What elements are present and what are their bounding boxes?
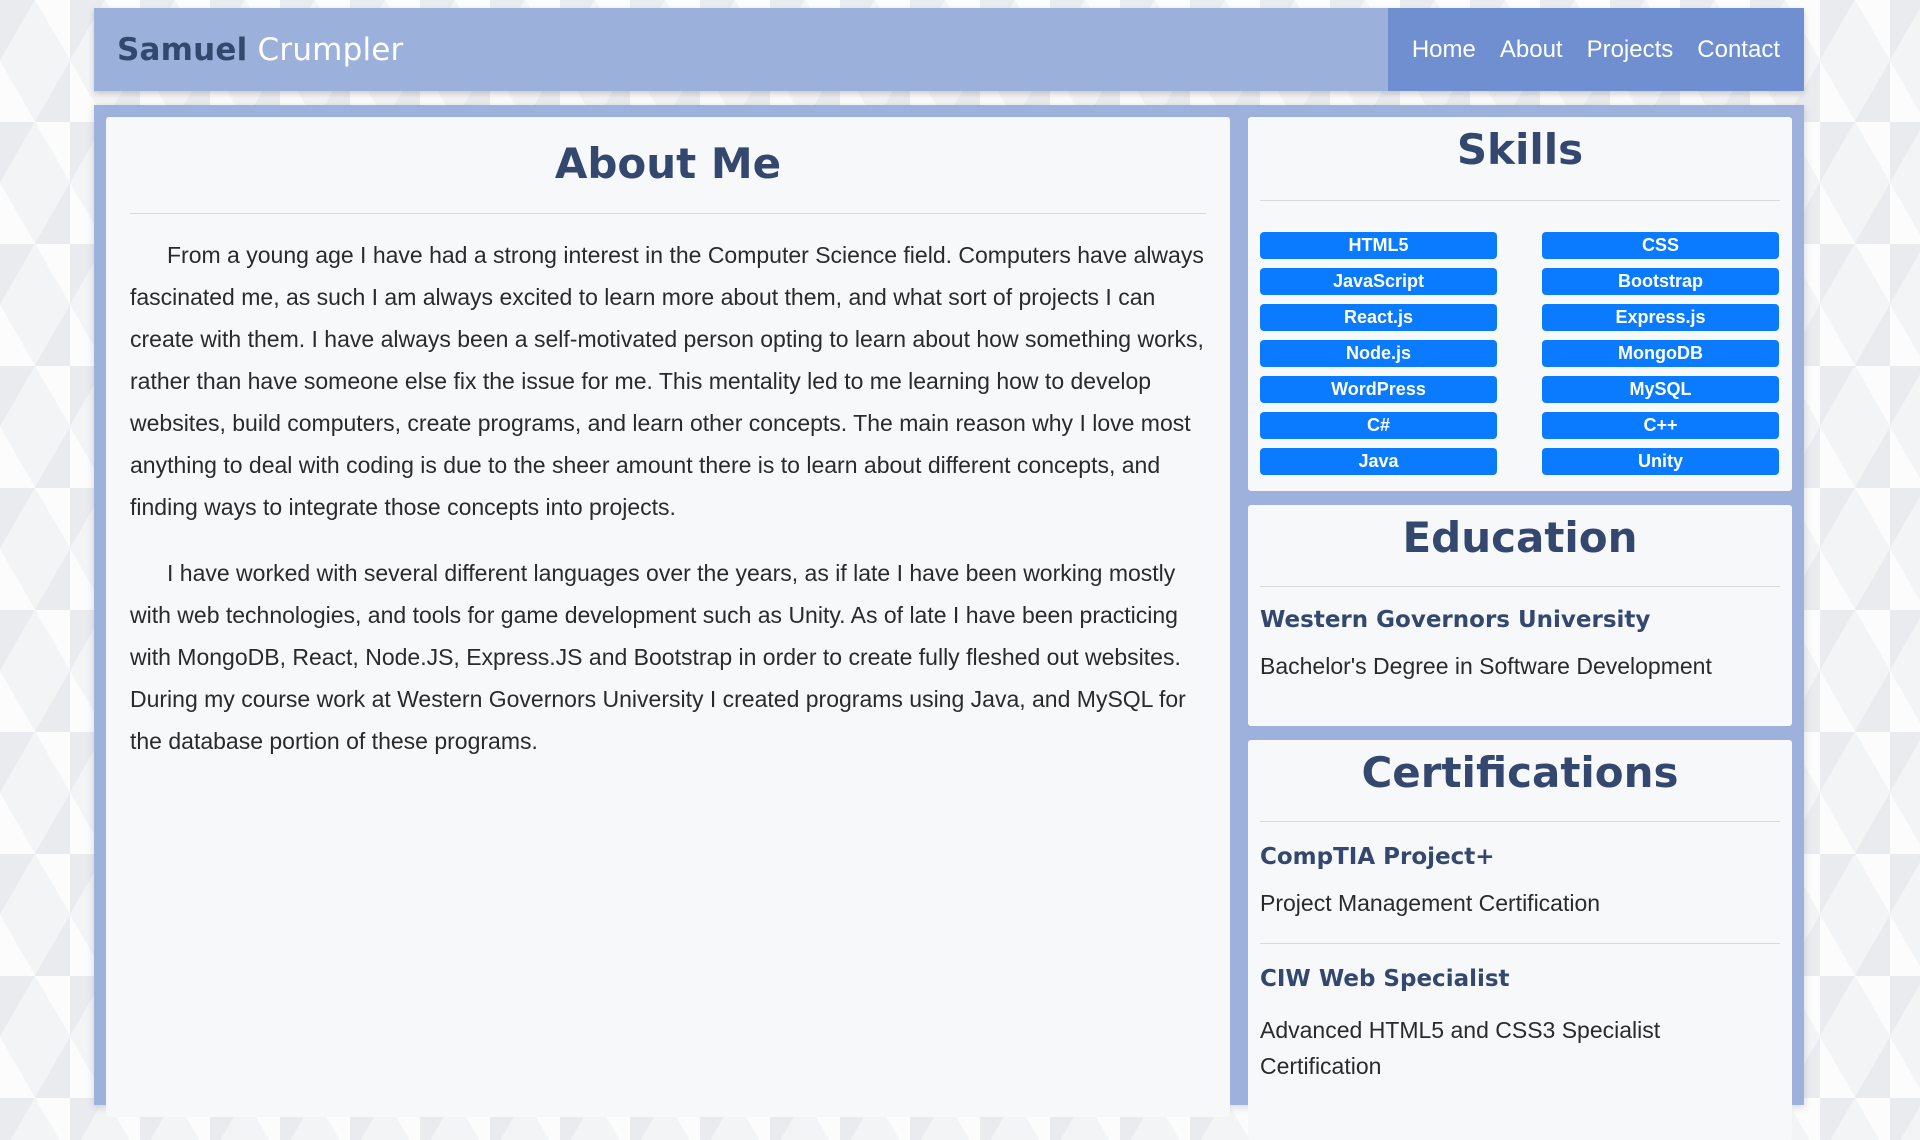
skill-badge-express: Express.js bbox=[1542, 304, 1779, 331]
skill-badge-html5: HTML5 bbox=[1260, 232, 1497, 259]
divider bbox=[1260, 200, 1780, 201]
skill-badge-node: Node.js bbox=[1260, 340, 1497, 367]
skills-title: Skills bbox=[1456, 125, 1584, 174]
nav-links: Home About Projects Contact bbox=[1387, 8, 1804, 91]
about-card: About Me From a young age I have had a s… bbox=[106, 117, 1230, 1117]
skill-badge-java: Java bbox=[1260, 448, 1497, 475]
skill-badge-mysql: MySQL bbox=[1542, 376, 1779, 403]
skill-badge-css: CSS bbox=[1542, 232, 1779, 259]
divider bbox=[1260, 821, 1780, 822]
certifications-title: Certifications bbox=[1361, 748, 1679, 797]
skill-badge-csharp: C# bbox=[1260, 412, 1497, 439]
skill-badge-cpp: C++ bbox=[1542, 412, 1779, 439]
education-card: Education Western Governors University B… bbox=[1248, 505, 1792, 726]
skill-badge-wordpress: WordPress bbox=[1260, 376, 1497, 403]
certification-name: CIW Web Specialist bbox=[1260, 966, 1510, 992]
nav-link-home[interactable]: Home bbox=[1412, 36, 1476, 64]
brand-first-name: Samuel bbox=[117, 31, 248, 68]
about-paragraph-2: I have worked with several different lan… bbox=[130, 560, 1186, 754]
skills-grid: HTML5 CSS JavaScript Bootstrap React.js … bbox=[1260, 232, 1780, 475]
skills-card: Skills HTML5 CSS JavaScript Bootstrap Re… bbox=[1248, 117, 1792, 491]
about-paragraph-1: From a young age I have had a strong int… bbox=[130, 242, 1204, 520]
certification-name: CompTIA Project+ bbox=[1260, 844, 1495, 870]
school-name: Western Governors University bbox=[1260, 607, 1651, 633]
degree-name: Bachelor's Degree in Software Developmen… bbox=[1260, 653, 1712, 679]
nav-link-contact[interactable]: Contact bbox=[1697, 36, 1780, 64]
education-title: Education bbox=[1402, 513, 1638, 562]
navbar: Samuel Crumpler Home About Projects Cont… bbox=[94, 8, 1804, 91]
certifications-card: Certifications CompTIA Project+ Project … bbox=[1248, 740, 1792, 1140]
skill-badge-javascript: JavaScript bbox=[1260, 268, 1497, 295]
skill-badge-mongodb: MongoDB bbox=[1542, 340, 1779, 367]
about-title: About Me bbox=[554, 139, 782, 188]
skill-badge-unity: Unity bbox=[1542, 448, 1779, 475]
skill-badge-bootstrap: Bootstrap bbox=[1542, 268, 1779, 295]
nav-link-about[interactable]: About bbox=[1500, 36, 1563, 64]
divider bbox=[1260, 586, 1780, 587]
main-content: About Me From a young age I have had a s… bbox=[94, 105, 1804, 1140]
skill-badge-react: React.js bbox=[1260, 304, 1497, 331]
certification-description: Project Management Certification bbox=[1260, 890, 1601, 916]
brand-logo[interactable]: Samuel Crumpler bbox=[117, 32, 403, 68]
nav-link-projects[interactable]: Projects bbox=[1587, 36, 1674, 64]
divider bbox=[1260, 943, 1780, 944]
divider bbox=[130, 213, 1206, 214]
certification-description: Advanced HTML5 and CSS3 Specialist Certi… bbox=[1260, 1017, 1661, 1079]
brand-last-name: Crumpler bbox=[257, 31, 404, 68]
